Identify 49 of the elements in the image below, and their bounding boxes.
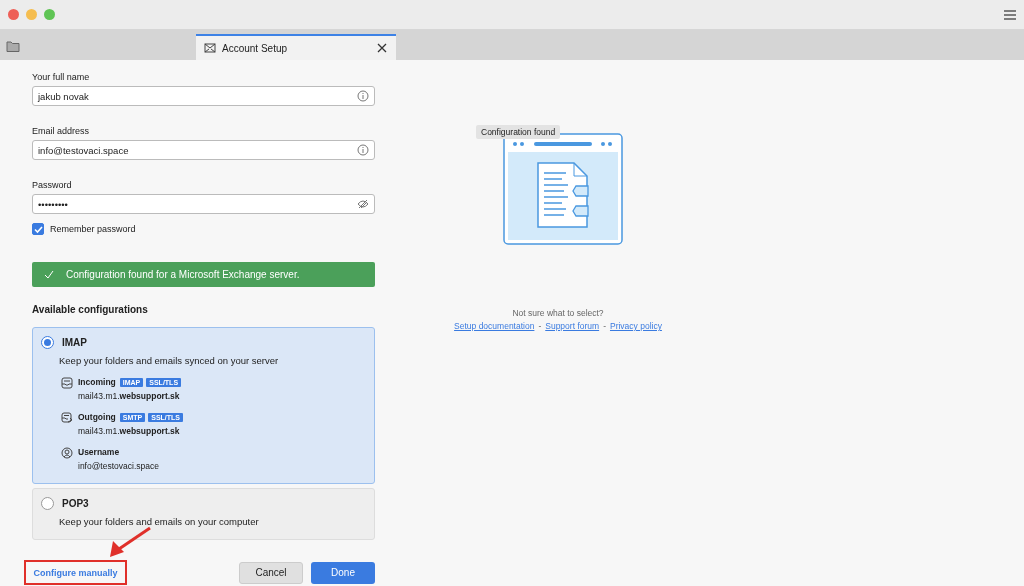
field-label: Password [32,180,73,190]
info-icon [357,144,369,156]
done-button[interactable]: Done [311,561,375,584]
user-icon [61,447,73,459]
menu-icon[interactable] [1004,9,1016,20]
link-separator: - [603,321,606,331]
tab-title: Account Setup [222,42,289,54]
info-icon [357,90,369,102]
option-title: POP3 [62,498,89,509]
help-link[interactable]: Privacy policy [609,321,662,331]
server-value: mail43.m1.websupport.sk [78,426,181,436]
annotation-arrow [110,526,151,557]
close-icon[interactable] [376,42,388,54]
cancel-button[interactable]: Cancel [239,561,303,584]
option-description: Keep your folders and emails on your computer [59,516,260,527]
link-separator: - [538,321,542,331]
radio-button[interactable] [41,336,54,349]
help-link[interactable]: Support forum [545,321,600,331]
zoom-window-button[interactable] [44,9,55,20]
outbox-icon [61,412,73,424]
configuration-option[interactable]: POP3 Keep your folders and emails on your computer [32,488,375,540]
help-link[interactable]: Setup documentation [454,321,535,331]
field-label: Your full name [32,72,91,82]
field-label: Email address [32,126,91,136]
inbox-icon [61,377,73,389]
password-field[interactable]: ••••••••• [32,194,375,214]
checkbox[interactable] [32,223,44,235]
close-window-button[interactable] [8,9,19,20]
configure-manually-link[interactable]: Configure manually [33,567,118,578]
help-question: Not sure what to select? [512,308,604,318]
option-description: Keep your folders and emails synced on your server [59,355,280,366]
server-label: Username [78,447,120,457]
envelope-icon [204,42,216,54]
server-value: info@testovaci.space [78,461,159,471]
section-heading: Available configurations [32,304,149,315]
option-title: IMAP [62,337,87,348]
server-label: Outgoing [78,412,116,422]
server-label: Incoming [78,377,116,387]
tab[interactable]: Account Setup [196,34,396,60]
server-value: mail43.m1.websupport.sk [78,391,181,401]
eye-slash-icon [357,198,369,210]
input-field[interactable]: info@testovaci.space [32,140,375,160]
checkbox-label: Remember password [50,224,136,234]
banner-text: Configuration found for a Microsoft Exchange server. [66,269,300,280]
radio-button[interactable] [41,497,54,510]
folder-icon[interactable] [6,41,20,52]
status-badge: Configuration found [476,125,561,139]
input-field[interactable]: jakub novak [32,86,375,106]
check-icon [44,270,54,279]
